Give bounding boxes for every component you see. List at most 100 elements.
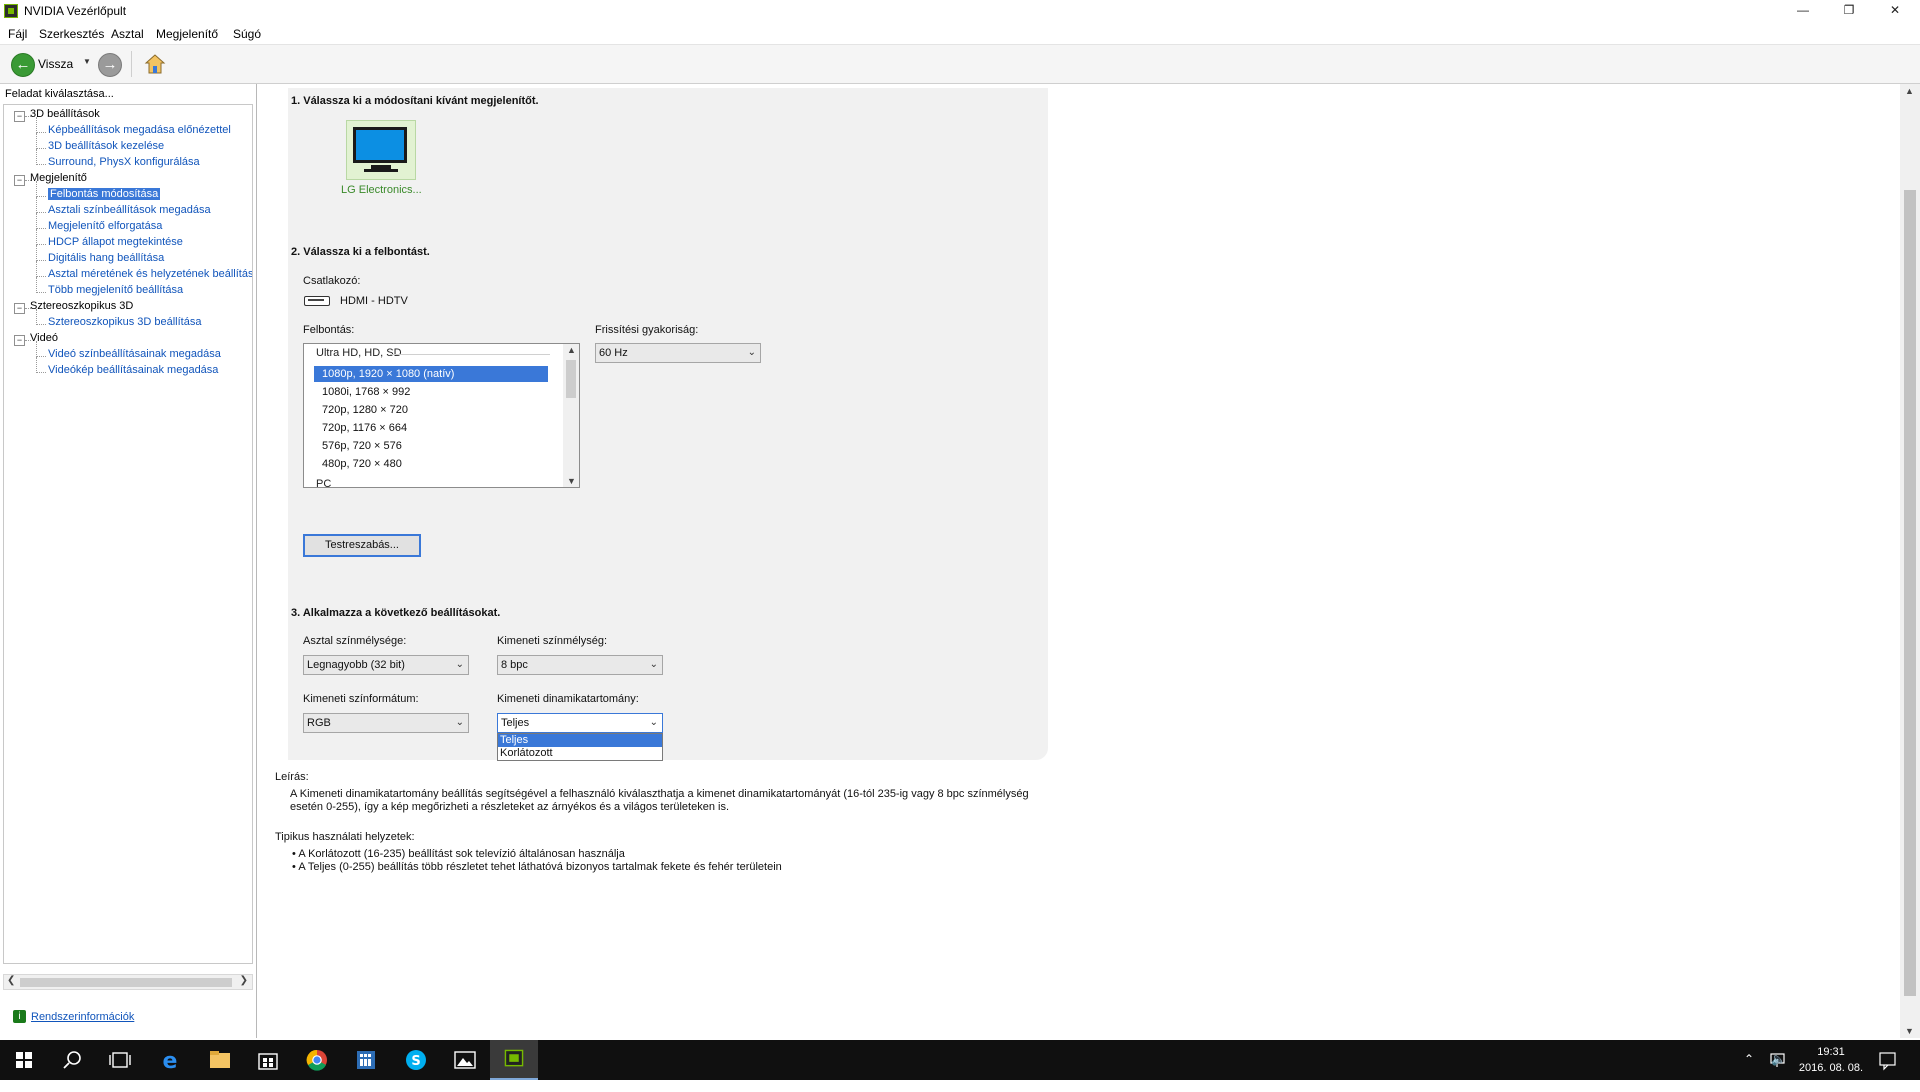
tree-item[interactable]: Digitális hang beállítása: [48, 252, 164, 264]
chevron-down-icon: ⌄: [455, 717, 464, 728]
resolution-item[interactable]: 1080i, 1768 × 992: [314, 384, 548, 400]
back-dropdown-icon[interactable]: ▼: [83, 57, 91, 66]
task-view-icon[interactable]: [96, 1040, 144, 1080]
resolution-list-scrollbar[interactable]: ▲ ▼: [563, 344, 579, 487]
resolution-item[interactable]: 480p, 720 × 480: [314, 456, 548, 472]
notifications-icon[interactable]: [1876, 1040, 1900, 1080]
menu-display[interactable]: Megjelenítő: [156, 27, 218, 41]
back-arrow-icon[interactable]: ←: [11, 53, 35, 77]
photos-icon[interactable]: [441, 1040, 489, 1080]
tree-connector: [36, 261, 37, 277]
tree-item[interactable]: Képbeállítások megadása előnézettel: [48, 124, 231, 136]
tree-item[interactable]: Sztereoszkopikus 3D beállítása: [48, 316, 201, 328]
output-depth-select[interactable]: 8 bpc ⌄: [497, 655, 663, 675]
tree-item[interactable]: Videó színbeállításainak megadása: [48, 348, 221, 360]
scroll-down-icon[interactable]: ▼: [1905, 1026, 1914, 1036]
tree-connector: [36, 149, 37, 165]
task-tree[interactable]: −3D beállítások Képbeállítások megadása e…: [3, 104, 253, 964]
menu-desktop[interactable]: Asztal: [111, 27, 144, 41]
scroll-thumb[interactable]: [566, 360, 576, 398]
tree-item[interactable]: Videókép beállításainak megadása: [48, 364, 218, 376]
desktop-depth-select[interactable]: Legnagyobb (32 bit) ⌄: [303, 655, 469, 675]
tree-connector: [36, 213, 37, 229]
scroll-left-icon[interactable]: ❮: [7, 975, 15, 986]
tray-expand-icon[interactable]: ⌃: [1744, 1052, 1754, 1092]
store-icon[interactable]: [244, 1040, 292, 1080]
tree-connector: [36, 341, 37, 357]
calculator-icon[interactable]: [342, 1040, 390, 1080]
refresh-rate-select[interactable]: 60 Hz ⌄: [595, 343, 761, 363]
svg-text:S: S: [411, 1054, 420, 1069]
skype-icon[interactable]: S: [392, 1040, 440, 1080]
menu-file[interactable]: Fájl: [8, 27, 27, 41]
main-vertical-scrollbar[interactable]: ▲ ▼: [1900, 84, 1920, 1038]
resolution-item[interactable]: 576p, 720 × 576: [314, 438, 548, 454]
chrome-icon[interactable]: [293, 1040, 341, 1080]
forward-arrow-icon[interactable]: →: [98, 53, 122, 77]
system-info-label[interactable]: Rendszerinformációk: [31, 1011, 134, 1023]
monitor-icon: [353, 127, 407, 163]
home-icon[interactable]: [144, 53, 166, 75]
menu-edit[interactable]: Szerkesztés: [39, 27, 104, 41]
collapse-icon[interactable]: −: [14, 303, 25, 314]
tree-category[interactable]: Videó: [30, 332, 58, 344]
collapse-icon[interactable]: −: [14, 175, 25, 186]
tree-item[interactable]: 3D beállítások kezelése: [48, 140, 164, 152]
nvidia-taskbar-icon[interactable]: [490, 1040, 538, 1080]
tree-connector: [36, 357, 37, 373]
tree-item[interactable]: Surround, PhysX konfigurálása: [48, 156, 200, 168]
tree-category[interactable]: Sztereoszkopikus 3D: [30, 300, 133, 312]
scroll-thumb[interactable]: [1904, 190, 1916, 996]
tree-item[interactable]: Asztali színbeállítások megadása: [48, 204, 211, 216]
tree-item[interactable]: Felbontás módosítása: [48, 188, 161, 200]
back-button[interactable]: Vissza: [38, 57, 73, 71]
tree-item[interactable]: Megjelenítő elforgatása: [48, 220, 162, 232]
tree-item[interactable]: HDCP állapot megtekintése: [48, 236, 183, 248]
scroll-right-icon[interactable]: ❯: [240, 975, 248, 986]
minimize-button[interactable]: —: [1780, 0, 1826, 22]
output-format-select[interactable]: RGB ⌄: [303, 713, 469, 733]
scroll-thumb[interactable]: [20, 978, 232, 987]
usage-item-text: A Korlátozott (16-235) beállítást sok te…: [298, 848, 625, 860]
step3-title: 3. Alkalmazza a következő beállításokat.: [291, 607, 501, 619]
dynamic-range-select[interactable]: Teljes ⌄: [497, 713, 663, 733]
tree-connector: [36, 372, 46, 373]
tree-item[interactable]: Több megjelenítő beállítása: [48, 284, 183, 296]
tree-item[interactable]: Asztal méretének és helyzetének beállítá…: [48, 268, 252, 280]
scroll-up-icon[interactable]: ▲: [1905, 86, 1914, 96]
tree-horizontal-scrollbar[interactable]: ❮ ❯: [3, 974, 253, 990]
file-explorer-icon[interactable]: [196, 1040, 244, 1080]
windows-start-icon[interactable]: [0, 1040, 48, 1080]
collapse-icon[interactable]: −: [14, 111, 25, 122]
resolution-item[interactable]: 720p, 1280 × 720: [314, 402, 548, 418]
menu-help[interactable]: Súgó: [233, 27, 261, 41]
chevron-down-icon: ⌄: [455, 659, 464, 670]
resolution-listbox[interactable]: Ultra HD, HD, SD 1080p, 1920 × 1080 (nat…: [303, 343, 580, 488]
customize-button[interactable]: Testreszabás...: [303, 534, 421, 557]
tree-connector: [36, 132, 46, 133]
menu-bar: Fájl Szerkesztés Asztal Megjelenítő Súgó: [0, 24, 1920, 45]
tree-category[interactable]: Megjelenítő: [30, 172, 87, 184]
close-button[interactable]: ✕: [1872, 0, 1918, 22]
dynamic-range-label: Kimeneti dinamikatartomány:: [497, 693, 639, 705]
resolution-item[interactable]: 720p, 1176 × 664: [314, 420, 548, 436]
collapse-icon[interactable]: −: [14, 335, 25, 346]
description-label: Leírás:: [275, 771, 309, 783]
search-icon[interactable]: [48, 1040, 96, 1080]
tree-category[interactable]: 3D beállítások: [30, 108, 100, 120]
dynamic-range-dropdown[interactable]: Teljes Korlátozott: [497, 733, 663, 761]
scroll-up-icon[interactable]: ▲: [567, 345, 576, 355]
step2-title: 2. Válassza ki a felbontást.: [291, 246, 430, 258]
volume-icon[interactable]: 🔈: [1771, 1052, 1786, 1092]
restore-button[interactable]: ❐: [1826, 0, 1872, 22]
taskbar-clock[interactable]: 19:31 2016. 08. 08.: [1796, 1044, 1866, 1076]
dropdown-option[interactable]: Teljes: [498, 734, 662, 747]
display-name[interactable]: LG Electronics...: [341, 184, 422, 196]
tree-connector: [36, 260, 46, 261]
edge-browser-icon[interactable]: e: [146, 1040, 194, 1080]
display-tile[interactable]: [346, 120, 416, 180]
dropdown-option[interactable]: Korlátozott: [498, 747, 662, 760]
resolution-item[interactable]: 1080p, 1920 × 1080 (natív): [314, 366, 548, 382]
tree-connector: [36, 229, 37, 245]
scroll-down-icon[interactable]: ▼: [567, 476, 576, 486]
